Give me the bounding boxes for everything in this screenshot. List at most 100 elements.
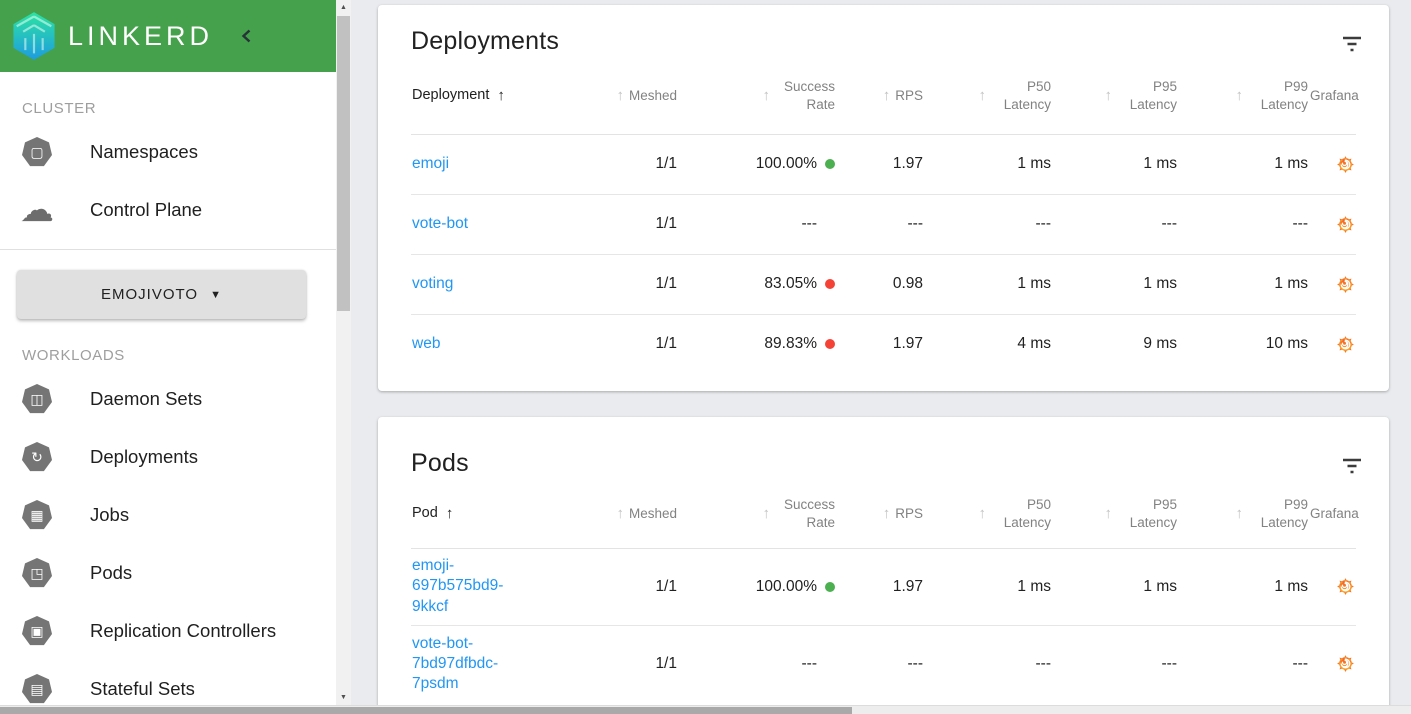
sidebar: LINKERD CLUSTER ▢ Namespaces ☁ Control P… <box>0 0 336 714</box>
p95-latency-value: --- <box>1161 215 1178 232</box>
deployments-card-header: Deployments <box>378 5 1389 58</box>
sidebar-item-label: Control Plane <box>90 199 203 220</box>
pod-link[interactable]: emoji-697b575bd9-9kkcf <box>412 556 532 616</box>
rps-value: 1.97 <box>892 155 923 172</box>
column-header-p95-latency[interactable]: ↑P95 Latency <box>1052 58 1178 135</box>
column-header-meshed[interactable]: ↑ Meshed <box>586 480 678 549</box>
column-header-p50-latency[interactable]: ↑P50 Latency <box>924 58 1052 135</box>
sidebar-nav-item[interactable]: ◳ Pods <box>0 544 336 602</box>
success-rate-value: --- <box>801 654 818 672</box>
p50-latency-value: --- <box>1035 215 1052 232</box>
column-header-p50-latency[interactable]: ↑P50 Latency <box>924 480 1052 549</box>
success-rate-cell: --- <box>678 194 836 254</box>
deployments-icon: ↻ <box>22 442 52 472</box>
pods-card-header: Pods <box>378 417 1389 480</box>
success-rate-value: 83.05% <box>764 275 817 292</box>
deployment-link[interactable]: web <box>412 335 440 352</box>
deployments-table-header-row: Deployment ↑ ↑ Meshed ↑Success Rate ↑ RPS ↑ <box>411 58 1359 135</box>
sidebar-scrollbar-thumb[interactable] <box>337 16 350 311</box>
column-header-rps[interactable]: ↑ RPS <box>836 480 924 549</box>
horizontal-scrollbar[interactable] <box>0 705 1411 714</box>
meshed-value: 1/1 <box>655 215 677 232</box>
namespaces-icon: ▢ <box>22 137 52 167</box>
success-rate-value: 89.83% <box>764 335 817 353</box>
p50-latency-value: 1 ms <box>1017 155 1051 172</box>
success-rate-cell: 83.05% <box>678 254 836 314</box>
grafana-icon <box>1336 155 1355 174</box>
sidebar-scrollbar[interactable]: ▲ ▼ <box>336 0 351 705</box>
deployment-link[interactable]: emoji <box>412 155 449 172</box>
sort-arrow-icon: ↑ <box>616 87 624 105</box>
sort-arrow-icon: ↑ <box>1235 87 1244 105</box>
sidebar-item-label: Deployments <box>90 446 198 467</box>
sidebar-nav-item[interactable]: ☁ Control Plane <box>0 181 336 239</box>
sort-arrow-icon: ↑ <box>497 87 505 105</box>
grafana-link[interactable] <box>1336 335 1355 354</box>
scroll-down-button[interactable]: ▼ <box>336 690 351 705</box>
success-rate-cell: 89.83% <box>678 314 836 374</box>
p95-latency-value: 1 ms <box>1143 577 1177 595</box>
column-header-deployment[interactable]: Deployment ↑ <box>411 58 586 135</box>
filter-icon[interactable] <box>1341 457 1363 480</box>
main-content: Deployments Deployment ↑ ↑ Meshed ↑Succe… <box>351 0 1411 714</box>
sidebar-nav-item[interactable]: ▢ Namespaces <box>0 123 336 181</box>
namespace-selector-button[interactable]: EMOJIVOTO ▼ <box>17 270 306 319</box>
sidebar-nav-item[interactable]: ◫ Daemon Sets <box>0 370 336 428</box>
sort-arrow-icon: ↑ <box>882 505 891 523</box>
grafana-icon <box>1336 215 1355 234</box>
grafana-link[interactable] <box>1336 155 1355 174</box>
namespace-selector-label: EMOJIVOTO <box>101 286 199 303</box>
rps-value: 1.97 <box>892 335 923 353</box>
scroll-up-button[interactable]: ▲ <box>336 0 351 15</box>
linkerd-logo[interactable]: LINKERD <box>8 10 213 62</box>
sidebar-nav-item[interactable]: ▣ Replication Controllers <box>0 602 336 660</box>
column-header-rps[interactable]: ↑ RPS <box>836 58 924 135</box>
pods-icon: ◳ <box>22 558 52 588</box>
p99-latency-value: 1 ms <box>1274 577 1308 595</box>
success-rate-dot <box>825 279 835 289</box>
sidebar-nav-item[interactable]: ▦ Jobs <box>0 486 336 544</box>
deployment-table-row: emoji 1/1 100.00% 1.97 1 ms 1 ms 1 ms <box>411 134 1356 194</box>
column-header-meshed[interactable]: ↑ Meshed <box>586 58 678 135</box>
column-header-success-rate[interactable]: ↑Success Rate <box>678 58 836 135</box>
meshed-value: 1/1 <box>655 155 677 172</box>
success-rate-value: --- <box>801 215 818 232</box>
p95-latency-value: 9 ms <box>1143 335 1177 353</box>
column-header-p99-latency[interactable]: ↑P99 Latency <box>1178 480 1309 549</box>
success-rate-cell: 100.00% <box>678 134 836 194</box>
sidebar-divider <box>0 249 336 250</box>
sidebar-nav-item[interactable]: ↻ Deployments <box>0 428 336 486</box>
collapse-sidebar-button[interactable] <box>235 24 259 48</box>
sort-arrow-icon: ↑ <box>616 505 624 523</box>
sort-arrow-icon: ↑ <box>445 505 454 523</box>
success-rate-dot <box>825 581 835 592</box>
deployment-link[interactable]: vote-bot <box>412 215 468 232</box>
grafana-link[interactable] <box>1336 654 1355 673</box>
grafana-link[interactable] <box>1336 215 1355 234</box>
pod-table-row: vote-bot-7bd97dfbdc-7psdm 1/1 --- --- --… <box>411 625 1356 702</box>
deployment-link[interactable]: voting <box>412 275 453 292</box>
pod-link[interactable]: vote-bot-7bd97dfbdc-7psdm <box>412 634 532 694</box>
sidebar-item-label: Daemon Sets <box>90 388 203 409</box>
p95-latency-value: 1 ms <box>1143 275 1177 292</box>
success-rate-cell: --- <box>678 625 836 702</box>
sidebar-item-label: Jobs <box>90 504 130 525</box>
sort-arrow-icon: ↑ <box>882 87 891 105</box>
column-header-grafana: Grafana <box>1309 480 1359 549</box>
grafana-link[interactable] <box>1336 577 1355 596</box>
filter-icon[interactable] <box>1341 35 1363 58</box>
deployments-table: Deployment ↑ ↑ Meshed ↑Success Rate ↑ RPS ↑ <box>411 58 1359 374</box>
column-header-p95-latency[interactable]: ↑P95 Latency <box>1052 480 1178 549</box>
sidebar-header: LINKERD <box>0 0 336 72</box>
column-header-p99-latency[interactable]: ↑P99 Latency <box>1178 58 1309 135</box>
success-rate-cell: 100.00% <box>678 548 836 625</box>
deployments-card: Deployments Deployment ↑ ↑ Meshed ↑Succe… <box>378 5 1389 391</box>
sort-arrow-icon: ↑ <box>1104 505 1113 523</box>
success-rate-value: 100.00% <box>755 577 817 595</box>
horizontal-scrollbar-thumb[interactable] <box>0 707 852 714</box>
meshed-value: 1/1 <box>655 654 677 672</box>
workloads-nav: ◫ Daemon Sets ↻ Deployments ▦ Jobs ◳ Pod… <box>0 370 336 714</box>
grafana-link[interactable] <box>1336 275 1355 294</box>
column-header-pod[interactable]: Pod ↑ <box>411 480 586 549</box>
column-header-success-rate[interactable]: ↑Success Rate <box>678 480 836 549</box>
